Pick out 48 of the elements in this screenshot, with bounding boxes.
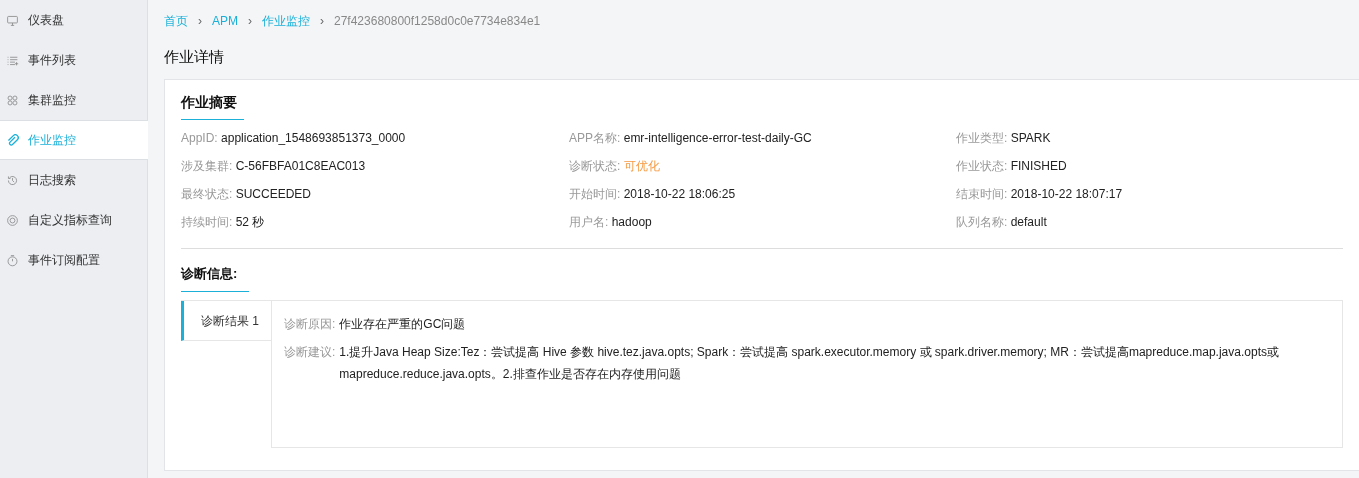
stopwatch-icon: [6, 253, 19, 267]
grid-icon: [6, 93, 19, 107]
field-value: C-56FBFA01C8EAC013: [235, 159, 366, 173]
field-value: hadoop: [611, 215, 652, 229]
breadcrumb-current: 27f423680800f1258d0c0e7734e834e1: [334, 14, 541, 28]
field-label: 作业类型:: [956, 131, 1008, 145]
field-label: 持续时间:: [181, 215, 233, 229]
field-label: 队列名称:: [956, 215, 1008, 229]
result-tab[interactable]: 诊断结果 1: [181, 301, 271, 341]
field-label: 作业状态:: [956, 159, 1008, 173]
field-value: SUCCEEDED: [235, 187, 312, 201]
field-label: 诊断建议:: [284, 344, 336, 361]
monitor-icon: [6, 13, 19, 27]
field-label: 诊断状态:: [569, 159, 621, 173]
field-value: FINISHED: [1010, 159, 1067, 173]
field-value: emr-intelligence-error-test-daily-GC: [623, 131, 812, 145]
field-label: 结束时间:: [956, 187, 1008, 201]
target-icon: [6, 213, 19, 227]
section-heading: 作业摘要: [181, 88, 244, 120]
diagnosis-text: 作业存在严重的GC问题: [339, 316, 467, 333]
field-value: 2018-10-22 18:06:25: [623, 187, 736, 201]
field-label: 诊断原因:: [284, 316, 336, 333]
field-value: SPARK: [1010, 131, 1051, 145]
field-value: application_1548693851373_0000: [221, 131, 406, 145]
paperclip-icon: [6, 133, 19, 147]
field-value: 2018-10-22 18:07:17: [1010, 187, 1123, 201]
sidebar-item[interactable]: 事件列表: [0, 40, 147, 80]
section-heading: 诊断信息:: [181, 261, 249, 292]
history-icon: [6, 173, 19, 187]
field-label: AppID:: [181, 131, 218, 145]
sidebar-item[interactable]: 自定义指标查询: [0, 200, 147, 240]
diagnosis-text: 1.提升Java Heap Size:Tez：尝试提高 Hive 参数 hive.tez.java.opts; Spark：尝试提高 spark.executor.memory 或 spark.driver.memory; MR：尝试提高mapreduce.map.java.opts或mapreduce.reduce.java.opts。2.排查作业是否存在内存使用问题: [339, 344, 1280, 383]
breadcrumb-separator: ›: [248, 14, 252, 28]
field-label: 用户名:: [569, 215, 609, 229]
sidebar-item[interactable]: 仪表盘: [0, 0, 147, 40]
field-label: 开始时间:: [569, 187, 621, 201]
sidebar-item[interactable]: 事件订阅配置: [0, 240, 147, 280]
field-label: 最终状态:: [181, 187, 233, 201]
field-value: default: [1010, 215, 1047, 229]
field-label: APP名称:: [569, 131, 621, 145]
sidebar-item[interactable]: 日志搜索: [0, 160, 147, 200]
sidebar-item[interactable]: 集群监控: [0, 80, 147, 120]
status-value: 可优化: [623, 159, 660, 173]
page-title: 作业详情: [164, 47, 225, 67]
breadcrumb-separator: ›: [320, 14, 324, 28]
breadcrumb-separator: ›: [198, 14, 202, 28]
field-value: 52 秒: [235, 215, 265, 229]
field-label: 涉及集群:: [181, 159, 233, 173]
